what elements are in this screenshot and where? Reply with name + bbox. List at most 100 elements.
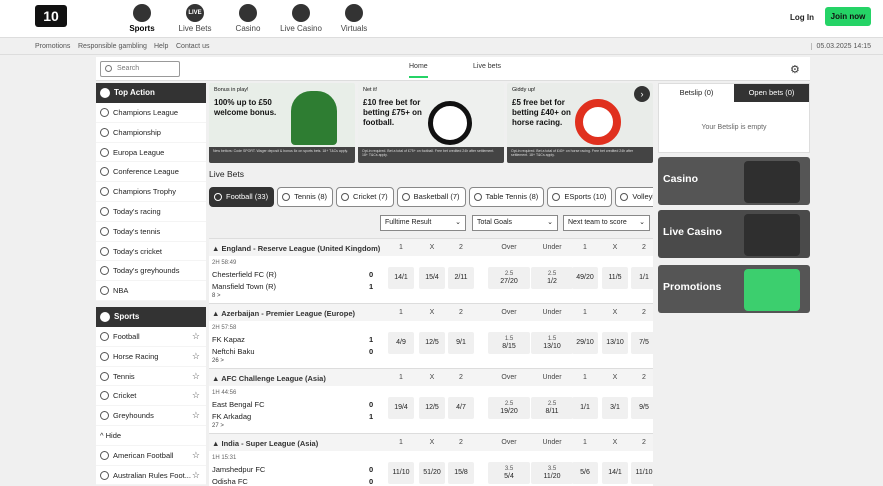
match-row[interactable]: 1H 15:31 Jamshedpur FC Odisha FC 0 0 11/10 51/…: [209, 451, 657, 486]
help-link[interactable]: Help: [154, 43, 168, 50]
chip-table-tennis-8[interactable]: Table Tennis (8): [468, 187, 545, 207]
odds-button[interactable]: 1/1: [631, 267, 657, 289]
odds-button[interactable]: 2/11: [448, 267, 474, 289]
favourite-star-icon[interactable]: ☆: [192, 386, 200, 406]
league-header[interactable]: ▲ England - Reserve League (United Kingd…: [209, 238, 653, 256]
match-row[interactable]: 1H 44:56 East Bengal FC FK Arkadag 0 1 27 > 19…: [209, 386, 657, 433]
sidebar-item-championship[interactable]: Championship: [96, 122, 206, 143]
sidebar-item-horse-racing[interactable]: Horse Racing ☆: [96, 346, 206, 367]
odds-button[interactable]: 3/1: [602, 397, 628, 419]
odds-button[interactable]: 9/5: [631, 397, 657, 419]
odds-button[interactable]: 15/4: [419, 267, 445, 289]
sidebar-item-greyhounds[interactable]: Greyhounds ☆: [96, 406, 206, 426]
sidebar-item-champions-trophy[interactable]: Champions Trophy: [96, 182, 206, 202]
promo-tile-live-casino[interactable]: Live Casino: [658, 210, 810, 258]
chip-basketball-7[interactable]: Basketball (7): [396, 187, 466, 207]
odds-button[interactable]: 12/5: [419, 397, 445, 419]
chevron-right-icon[interactable]: ›: [634, 86, 650, 102]
sidebar-item-champions-league[interactable]: Champions League: [96, 103, 206, 123]
odds-button[interactable]: 49/20: [572, 267, 598, 289]
nav-live-casino[interactable]: Live Casino: [276, 4, 326, 33]
odds-button[interactable]: 9/1: [448, 332, 474, 354]
odds-button[interactable]: 4/7: [448, 397, 474, 419]
sidebar-item-american-football[interactable]: American Football ☆: [96, 445, 206, 466]
league-header[interactable]: ▲ India - Super League (Asia) 1 X 2 Over Unde…: [209, 433, 653, 451]
odds-button[interactable]: 2.5 1/2: [531, 267, 573, 289]
match-row[interactable]: 2H 58:49 Chesterfield FC (R) Mansfield Tow…: [209, 256, 657, 303]
sidebar-item-today-s-cricket[interactable]: Today's cricket: [96, 241, 206, 262]
favourite-star-icon[interactable]: ☆: [192, 347, 200, 367]
chip-esports-10[interactable]: ESports (10): [547, 187, 613, 207]
promo-tile-casino[interactable]: Casino: [658, 157, 810, 205]
odds-button[interactable]: 3.5 11/20: [531, 462, 573, 484]
odds-button[interactable]: 11/5: [602, 267, 628, 289]
sidebar-item-australian-rules-foot[interactable]: Australian Rules Foot... ☆: [96, 465, 206, 486]
odds-button[interactable]: 1/1: [572, 397, 598, 419]
tab-betslip[interactable]: Betslip (0): [659, 84, 734, 102]
odds-button[interactable]: 15/8: [448, 462, 474, 484]
odds-button[interactable]: 2.5 19/20: [488, 397, 530, 419]
promo-banner-3[interactable]: Giddy up! £5 free bet for betting £40+ on…: [507, 83, 653, 163]
hide-toggle[interactable]: ^ Hide: [96, 425, 206, 446]
contact-us-link[interactable]: Contact us: [176, 43, 209, 50]
favourite-star-icon[interactable]: ☆: [192, 406, 200, 426]
odds-button[interactable]: 19/4: [388, 397, 414, 419]
odds-button[interactable]: 1.5 8/15: [488, 332, 530, 354]
odds-button[interactable]: 12/5: [419, 332, 445, 354]
tab-open-bets[interactable]: Open bets (0): [734, 84, 809, 102]
favourite-star-icon[interactable]: ☆: [192, 466, 200, 486]
favourite-star-icon[interactable]: ☆: [192, 327, 200, 347]
chip-cricket-7[interactable]: Cricket (7): [336, 187, 394, 207]
more-markets-link[interactable]: 26 >: [212, 358, 224, 364]
tab-home[interactable]: Home: [409, 63, 428, 78]
league-header[interactable]: ▲ Azerbaijan - Premier League (Europe) 1 X…: [209, 303, 653, 321]
odds-button[interactable]: 14/1: [388, 267, 414, 289]
market-select-2[interactable]: Total Goals ⌄: [472, 215, 558, 231]
nav-virtuals[interactable]: Virtuals: [329, 4, 379, 33]
brand-logo[interactable]: 10: [35, 5, 67, 27]
promotions-link[interactable]: Promotions: [35, 43, 70, 50]
nav-sports[interactable]: Sports: [117, 4, 167, 33]
odds-button[interactable]: 7/5: [631, 332, 657, 354]
sidebar-item-europa-league[interactable]: Europa League: [96, 142, 206, 163]
sidebar-item-cricket[interactable]: Cricket ☆: [96, 386, 206, 407]
odds-button[interactable]: 14/1: [602, 462, 628, 484]
odds-button[interactable]: 5/6: [572, 462, 598, 484]
market-select-1[interactable]: Fulltime Result ⌄: [380, 215, 466, 231]
promo-banner-2[interactable]: Net it! £10 free bet for betting £75+ on …: [358, 83, 504, 163]
promo-banner-1[interactable]: Bonus in play! 100% up to £50 welcome bon…: [209, 83, 355, 163]
sidebar-item-nba[interactable]: NBA: [96, 281, 206, 301]
chip-volleyball[interactable]: Volleyball: [615, 187, 653, 207]
odds-button[interactable]: 3.5 5/4: [488, 462, 530, 484]
match-row[interactable]: 2H 57:58 FK Kapaz Neftchi Baku 1 0 26 > 4/9 12/…: [209, 321, 657, 368]
settings-gear-icon[interactable]: ⚙: [790, 63, 800, 76]
odds-button[interactable]: 11/10: [388, 462, 414, 484]
favourite-star-icon[interactable]: ☆: [192, 367, 200, 387]
more-markets-link[interactable]: 8 >: [212, 293, 221, 299]
odds-button[interactable]: 4/9: [388, 332, 414, 354]
odds-button[interactable]: 2.5 27/20: [488, 267, 530, 289]
responsible-gambling-link[interactable]: Responsible gambling: [78, 43, 147, 50]
login-link[interactable]: Log In: [790, 13, 814, 22]
sidebar-item-today-s-greyhounds[interactable]: Today's greyhounds: [96, 261, 206, 282]
odds-button[interactable]: 51/20: [419, 462, 445, 484]
sidebar-item-today-s-racing[interactable]: Today's racing: [96, 201, 206, 222]
odds-button[interactable]: 2.5 8/11: [531, 397, 573, 419]
market-select-3[interactable]: Next team to score ⌄: [563, 215, 650, 231]
sidebar-item-tennis[interactable]: Tennis ☆: [96, 366, 206, 387]
search-input[interactable]: Search: [100, 61, 180, 77]
odds-button[interactable]: 1.5 13/10: [531, 332, 573, 354]
sidebar-item-football[interactable]: Football ☆: [96, 326, 206, 347]
tab-live-bets[interactable]: Live bets: [473, 63, 501, 70]
favourite-star-icon[interactable]: ☆: [192, 446, 200, 466]
league-header[interactable]: ▲ AFC Challenge League (Asia) 1 X 2 Over Unde…: [209, 368, 653, 386]
odds-button[interactable]: 29/10: [572, 332, 598, 354]
chip-tennis-8[interactable]: Tennis (8): [277, 187, 334, 207]
odds-button[interactable]: 11/10: [631, 462, 657, 484]
nav-live-bets[interactable]: LIVE Live Bets: [170, 4, 220, 33]
chip-football-33[interactable]: Football (33): [209, 187, 275, 207]
join-now-button[interactable]: Join now: [825, 7, 871, 26]
sidebar-item-conference-league[interactable]: Conference League: [96, 162, 206, 183]
nav-casino[interactable]: Casino: [223, 4, 273, 33]
more-markets-link[interactable]: 27 >: [212, 423, 224, 429]
